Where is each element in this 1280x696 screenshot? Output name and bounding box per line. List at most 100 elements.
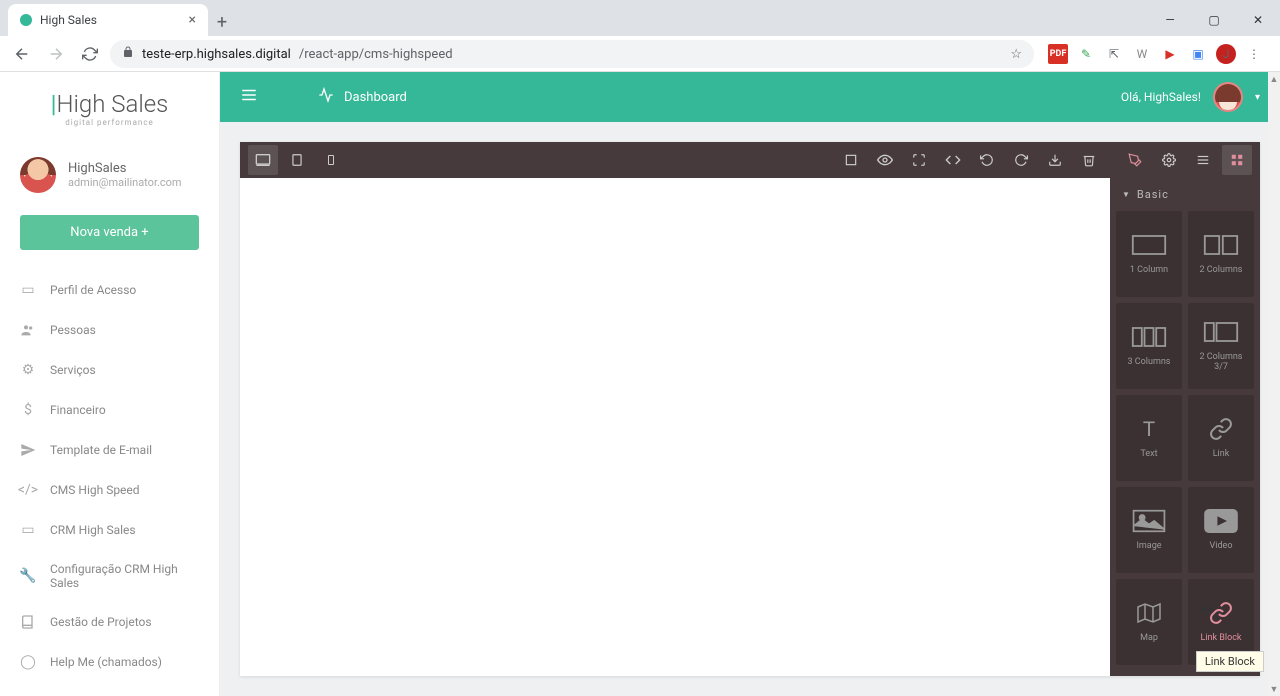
user-email: admin@mailinator.com	[68, 176, 182, 189]
greeting-avatar-icon	[1213, 82, 1243, 112]
ext-pdf-icon[interactable]: PDF	[1048, 44, 1068, 64]
block-link[interactable]: Link	[1188, 395, 1254, 481]
logo-subtitle: digital performance	[20, 118, 199, 127]
menu-crm-high-sales[interactable]: ▭CRM High Sales	[0, 510, 219, 550]
address-bar: teste-erp.highsales.digital/react-app/cm…	[0, 36, 1280, 72]
dashboard-label: Dashboard	[344, 90, 407, 105]
blocks-grid: 1 Column 2 Columns 3 Columns 2 Columns 3…	[1110, 211, 1260, 671]
url-host: teste-erp.highsales.digital	[142, 47, 291, 62]
ext-icon-3[interactable]: W	[1132, 44, 1152, 64]
greeting-block[interactable]: Olá, HighSales! ▾	[1121, 82, 1260, 112]
menu-pessoas[interactable]: Pessoas	[0, 310, 219, 350]
import-button[interactable]	[1040, 145, 1070, 175]
tab-close-icon[interactable]: ×	[189, 12, 196, 28]
redo-button[interactable]	[1006, 145, 1036, 175]
outline-button[interactable]	[836, 145, 866, 175]
block-3-columns[interactable]: 3 Columns	[1116, 303, 1182, 389]
user-name: HighSales	[68, 161, 182, 176]
ext-icon-5[interactable]: ▣	[1188, 44, 1208, 64]
styles-button[interactable]	[1120, 145, 1150, 175]
menu-perfil-acesso[interactable]: ▭Perfil de Acesso	[0, 270, 219, 310]
block-2-columns-37[interactable]: 2 Columns 3/7	[1188, 303, 1254, 389]
back-button[interactable]	[8, 40, 36, 68]
logo: |High Sales digital performance	[0, 90, 219, 147]
settings-button[interactable]	[1154, 145, 1184, 175]
block-video[interactable]: Video	[1188, 487, 1254, 573]
menu-cms-high-speed[interactable]: </>CMS High Speed	[0, 470, 219, 510]
browser-tab[interactable]: High Sales ×	[8, 4, 208, 36]
block-text[interactable]: TText	[1116, 395, 1182, 481]
menu-template-email[interactable]: Template de E-mail	[0, 430, 219, 470]
device-mobile-button[interactable]	[316, 145, 346, 175]
menu-servicos[interactable]: ⚙Serviços	[0, 350, 219, 390]
chevron-down-icon[interactable]: ▾	[1255, 92, 1260, 103]
browser-menu-icon[interactable]: ⋮	[1244, 44, 1264, 64]
block-map[interactable]: Map	[1116, 579, 1182, 665]
reload-button[interactable]	[76, 40, 104, 68]
menu-help-me[interactable]: ◯Help Me (chamados)	[0, 642, 219, 682]
scroll-up-icon[interactable]: ▲	[1268, 72, 1280, 86]
close-window-button[interactable]: ✕	[1236, 4, 1280, 36]
forward-button[interactable]	[42, 40, 70, 68]
sidebar-menu: ▭Perfil de Acesso Pessoas ⚙Serviços $Fin…	[0, 262, 219, 690]
users-icon	[20, 322, 36, 338]
tab-title: High Sales	[40, 13, 97, 27]
dollar-icon: $	[20, 402, 36, 418]
block-1-column[interactable]: 1 Column	[1116, 211, 1182, 297]
logo-text: |High Sales	[20, 90, 199, 118]
panel-header-basic[interactable]: ▼ Basic	[1110, 178, 1260, 211]
fullscreen-button[interactable]	[904, 145, 934, 175]
device-tablet-button[interactable]	[282, 145, 312, 175]
menu-config-crm[interactable]: 🔧Configuração CRM High Sales	[0, 550, 219, 602]
main-area: Dashboard Olá, HighSales! ▾	[220, 72, 1280, 696]
block-image[interactable]: Image	[1116, 487, 1182, 573]
hamburger-icon[interactable]	[240, 86, 258, 108]
dashboard-link[interactable]: Dashboard	[318, 87, 407, 107]
cms-editor: ▼ Basic 1 Column 2 Columns 3 Columns 2 C…	[240, 142, 1260, 676]
greeting-text: Olá, HighSales!	[1121, 90, 1201, 104]
device-desktop-button[interactable]	[248, 145, 278, 175]
book-icon	[20, 614, 36, 630]
window-controls: — ▢ ✕	[1148, 4, 1280, 36]
code-button[interactable]	[938, 145, 968, 175]
new-tab-button[interactable]: +	[208, 8, 236, 36]
page-scrollbar[interactable]: ▲ ▼	[1268, 72, 1280, 696]
action-group	[836, 145, 1104, 175]
blocks-panel: ▼ Basic 1 Column 2 Columns 3 Columns 2 C…	[1110, 178, 1260, 676]
editor-body: ▼ Basic 1 Column 2 Columns 3 Columns 2 C…	[240, 178, 1260, 676]
blocks-button[interactable]	[1222, 145, 1252, 175]
preview-button[interactable]	[870, 145, 900, 175]
block-2-columns[interactable]: 2 Columns	[1188, 211, 1254, 297]
user-avatar-icon	[20, 157, 56, 193]
browser-chrome: High Sales × + — ▢ ✕ teste-erp.highsales…	[0, 0, 1280, 72]
maximize-button[interactable]: ▢	[1192, 4, 1236, 36]
app-root: |High Sales digital performance HighSale…	[0, 72, 1280, 696]
code-icon: </>	[20, 482, 36, 498]
wrench-icon: 🔧	[20, 568, 36, 584]
menu-financeiro[interactable]: $Financeiro	[0, 390, 219, 430]
panel-title: Basic	[1137, 188, 1169, 201]
undo-button[interactable]	[972, 145, 1002, 175]
life-ring-icon: ◯	[20, 654, 36, 670]
new-sale-button[interactable]: Nova venda +	[20, 215, 199, 250]
editor-canvas[interactable]	[240, 178, 1110, 676]
scroll-down-icon[interactable]: ▼	[1268, 682, 1280, 696]
user-block[interactable]: HighSales admin@mailinator.com	[0, 147, 219, 203]
url-field[interactable]: teste-erp.highsales.digital/react-app/cm…	[110, 40, 1034, 68]
pulse-icon	[318, 87, 334, 107]
menu-gestao-projetos[interactable]: Gestão de Projetos	[0, 602, 219, 642]
lock-icon	[122, 46, 134, 62]
favicon-icon	[20, 14, 32, 26]
layers-button[interactable]	[1188, 145, 1218, 175]
clear-button[interactable]	[1074, 145, 1104, 175]
ext-icon-2[interactable]: ⇱	[1104, 44, 1124, 64]
ext-icon-1[interactable]: ✎	[1076, 44, 1096, 64]
tooltip-link-block: Link Block	[1196, 651, 1264, 672]
user-text: HighSales admin@mailinator.com	[68, 161, 182, 189]
ext-icon-4[interactable]: ▶	[1160, 44, 1180, 64]
minimize-button[interactable]: —	[1148, 4, 1192, 36]
paper-plane-icon	[20, 442, 36, 458]
editor-wrapper: ▼ Basic 1 Column 2 Columns 3 Columns 2 C…	[220, 122, 1280, 696]
profile-avatar[interactable]: J	[1216, 44, 1236, 64]
star-icon[interactable]: ☆	[1010, 47, 1022, 62]
